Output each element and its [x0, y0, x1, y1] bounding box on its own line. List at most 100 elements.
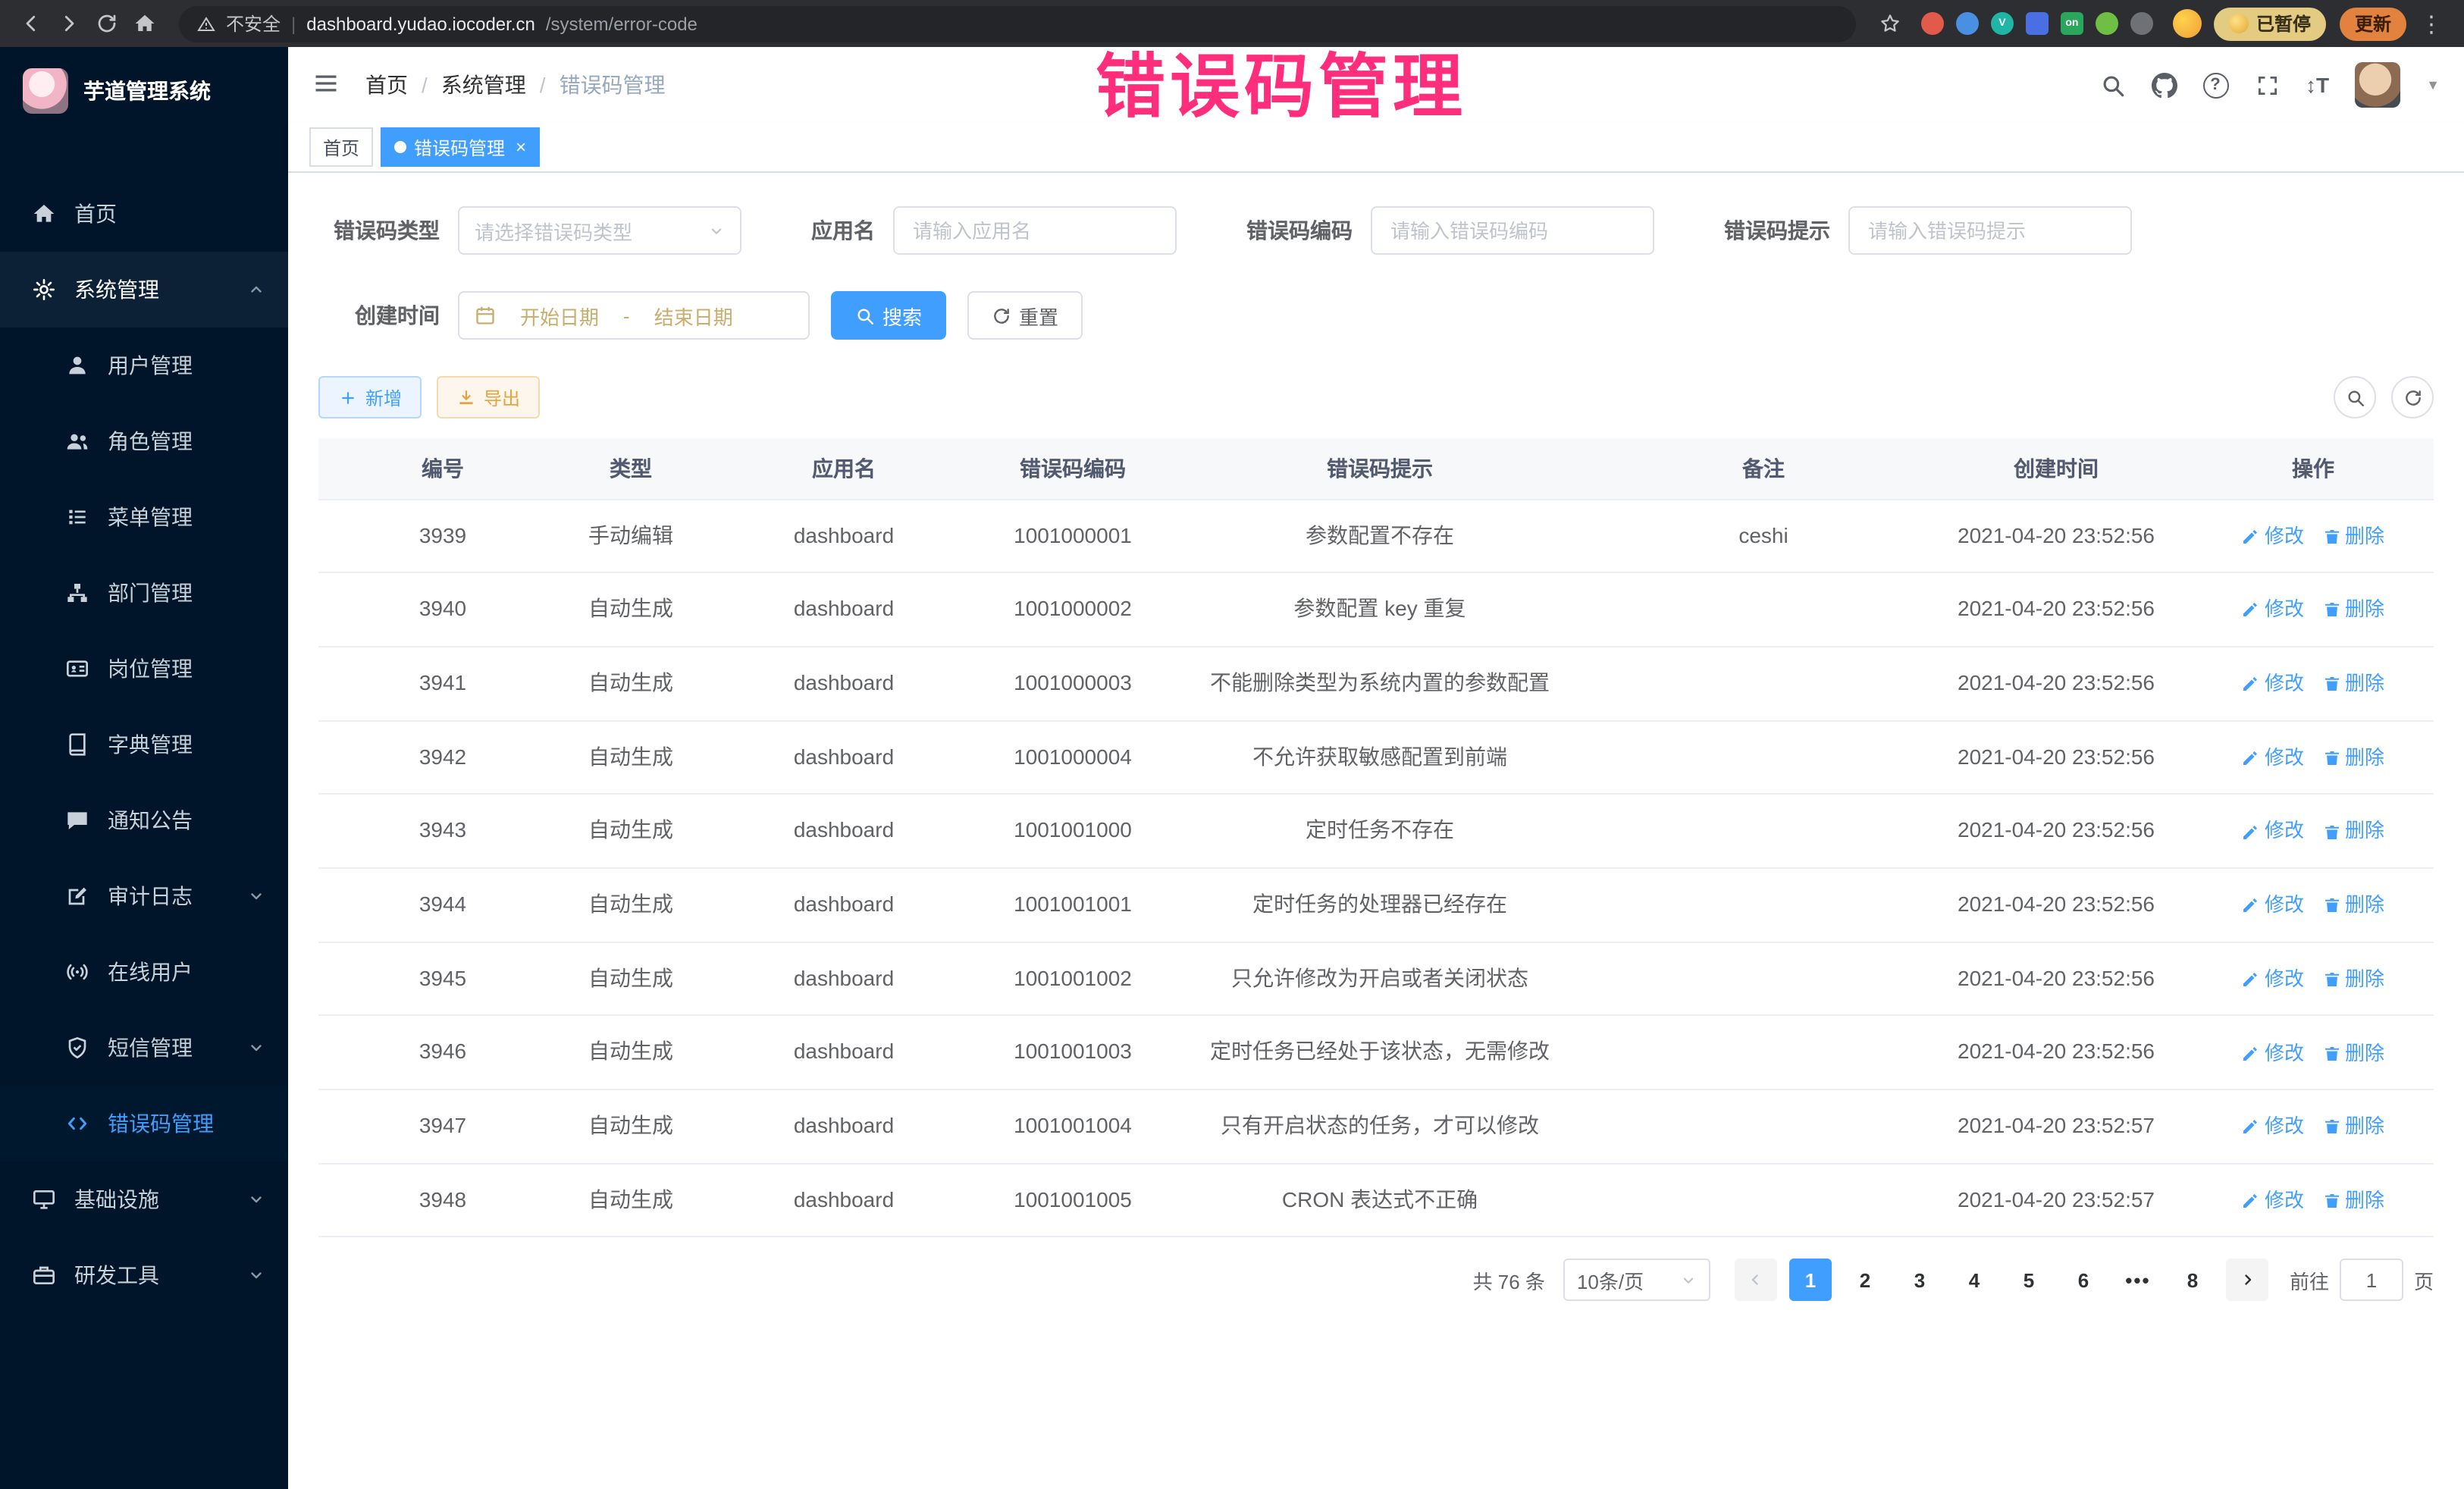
- refresh-table-button[interactable]: [2391, 376, 2434, 418]
- page-button-8[interactable]: 8: [2171, 1259, 2214, 1302]
- address-bar[interactable]: 不安全 | dashboard.yudao.iocoder.cn/system/…: [179, 5, 1856, 42]
- page-button-1[interactable]: 1: [1789, 1259, 1832, 1302]
- browser-home-icon[interactable]: [129, 8, 159, 39]
- page-button-5[interactable]: 5: [2008, 1259, 2050, 1302]
- fullscreen-icon[interactable]: [2254, 72, 2280, 98]
- sidebar-item-5[interactable]: 部门管理: [0, 555, 288, 631]
- extension-blue-grid-icon[interactable]: [2026, 12, 2049, 35]
- edit-link[interactable]: 修改: [2242, 890, 2304, 920]
- delete-link[interactable]: 删除: [2322, 1186, 2384, 1216]
- sidebar-item-1[interactable]: 系统管理: [0, 252, 288, 328]
- sidebar-item-10[interactable]: 在线用户: [0, 934, 288, 1010]
- back-icon[interactable]: [15, 8, 45, 39]
- edit-link[interactable]: 修改: [2242, 595, 2304, 625]
- sidebar-item-0[interactable]: 首页: [0, 176, 288, 252]
- browser-profile-avatar[interactable]: [2173, 9, 2202, 38]
- sidebar-menu: 首页系统管理用户管理角色管理菜单管理部门管理岗位管理字典管理通知公告审计日志在线…: [0, 176, 288, 1313]
- filter-label-app: 应用名: [811, 215, 875, 246]
- sidebar-item-7[interactable]: 字典管理: [0, 707, 288, 782]
- update-chip[interactable]: 更新: [2340, 7, 2406, 40]
- delete-link[interactable]: 删除: [2322, 890, 2384, 920]
- page-size-select[interactable]: 10条/页: [1563, 1259, 1710, 1302]
- font-size-icon[interactable]: ↕T: [2306, 73, 2329, 97]
- extension-leaf-icon[interactable]: [2096, 12, 2118, 35]
- github-icon[interactable]: [2151, 72, 2177, 98]
- page-button-2[interactable]: 2: [1844, 1259, 1886, 1302]
- delete-link[interactable]: 删除: [2322, 595, 2384, 625]
- sidebar-item-2[interactable]: 用户管理: [0, 328, 288, 403]
- search-button[interactable]: 搜索: [831, 291, 946, 340]
- edit-link[interactable]: 修改: [2242, 743, 2304, 773]
- edit-link[interactable]: 修改: [2242, 964, 2304, 995]
- sidebar-item-13[interactable]: 基础设施: [0, 1161, 288, 1237]
- sidebar-item-11[interactable]: 短信管理: [0, 1010, 288, 1086]
- error-type-select[interactable]: 请选择错误码类型: [458, 206, 741, 255]
- edit-link[interactable]: 修改: [2242, 521, 2304, 551]
- error-hint-input[interactable]: [1848, 206, 2132, 255]
- delete-link[interactable]: 删除: [2322, 817, 2384, 847]
- add-button[interactable]: 新增: [318, 376, 422, 418]
- extension-blue-drop-icon[interactable]: [1956, 12, 1979, 35]
- prev-page-button[interactable]: [1735, 1259, 1777, 1302]
- page-button-3[interactable]: 3: [1898, 1259, 1941, 1302]
- sidebar-item-12[interactable]: 错误码管理: [0, 1086, 288, 1161]
- cell-remark: [1607, 1016, 1920, 1089]
- sidebar-item-6[interactable]: 岗位管理: [0, 631, 288, 707]
- edit-link[interactable]: 修改: [2242, 1038, 2304, 1068]
- close-icon[interactable]: ×: [516, 136, 526, 158]
- calendar-icon: [475, 305, 496, 326]
- delete-link[interactable]: 删除: [2322, 669, 2384, 699]
- cell-id: 3942: [318, 720, 567, 794]
- end-date-placeholder: 结束日期: [654, 301, 733, 330]
- delete-link[interactable]: 删除: [2322, 1038, 2384, 1068]
- collapse-menu-icon[interactable]: [312, 70, 343, 100]
- delete-link[interactable]: 删除: [2322, 1111, 2384, 1142]
- page-button-4[interactable]: 4: [1953, 1259, 1995, 1302]
- edit-link[interactable]: 修改: [2242, 1186, 2304, 1216]
- reset-button[interactable]: 重置: [967, 291, 1083, 340]
- cell-hint: 定时任务的处理器已经存在: [1152, 868, 1607, 942]
- chevron-right-icon: [2238, 1271, 2256, 1290]
- extension-puzzle-icon[interactable]: [2130, 12, 2153, 35]
- sidebar-item-8[interactable]: 通知公告: [0, 782, 288, 858]
- logo-row[interactable]: 芋道管理系统: [0, 47, 288, 133]
- kebab-menu-icon[interactable]: ⋮: [2414, 10, 2449, 37]
- extension-teal-v-icon[interactable]: V: [1991, 12, 2014, 35]
- goto-suffix: 页: [2414, 1266, 2434, 1295]
- sidebar-item-14[interactable]: 研发工具: [0, 1237, 288, 1313]
- delete-link[interactable]: 删除: [2322, 521, 2384, 551]
- sidebar-item-4[interactable]: 菜单管理: [0, 479, 288, 555]
- page-button-6[interactable]: 6: [2062, 1259, 2105, 1302]
- delete-link[interactable]: 删除: [2322, 964, 2384, 995]
- pager-ellipsis[interactable]: •••: [2117, 1259, 2159, 1302]
- app-name-input[interactable]: [893, 206, 1177, 255]
- edit-link[interactable]: 修改: [2242, 817, 2304, 847]
- paused-chip[interactable]: 已暂停: [2214, 7, 2326, 40]
- error-code-input[interactable]: [1371, 206, 1654, 255]
- toggle-search-button[interactable]: [2334, 376, 2376, 418]
- help-icon[interactable]: ?: [2202, 72, 2228, 98]
- forward-icon[interactable]: [53, 8, 83, 39]
- extension-red-icon[interactable]: [1921, 12, 1944, 35]
- tab-error-code[interactable]: 错误码管理 ×: [381, 127, 540, 167]
- goto-page-input[interactable]: [2340, 1259, 2403, 1302]
- bookmark-star-icon[interactable]: [1876, 8, 1906, 39]
- search-icon[interactable]: [2099, 72, 2125, 98]
- edit-link[interactable]: 修改: [2242, 1111, 2304, 1142]
- sidebar-item-label: 系统管理: [74, 274, 159, 305]
- sidebar-item-3[interactable]: 角色管理: [0, 403, 288, 479]
- extension-green-on-icon[interactable]: on: [2061, 12, 2083, 35]
- export-button[interactable]: 导出: [437, 376, 540, 418]
- date-range-picker[interactable]: 开始日期 - 结束日期: [458, 291, 810, 340]
- user-avatar[interactable]: [2355, 62, 2400, 108]
- tab-home[interactable]: 首页: [309, 127, 373, 167]
- caret-down-icon[interactable]: ▼: [2426, 77, 2440, 92]
- delete-link[interactable]: 删除: [2322, 743, 2384, 773]
- breadcrumb-home[interactable]: 首页: [365, 70, 408, 100]
- sidebar-item-label: 角色管理: [108, 426, 193, 456]
- edit-link[interactable]: 修改: [2242, 669, 2304, 699]
- cell-remark: [1607, 942, 1920, 1015]
- next-page-button[interactable]: [2226, 1259, 2268, 1302]
- reload-icon[interactable]: [91, 8, 121, 39]
- sidebar-item-9[interactable]: 审计日志: [0, 858, 288, 934]
